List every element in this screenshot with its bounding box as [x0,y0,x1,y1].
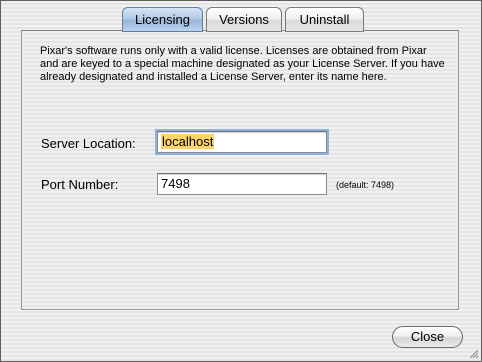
resize-grip-icon[interactable] [468,348,479,359]
server-location-label: Server Location: [41,136,136,151]
license-info-text: Pixar's software runs only with a valid … [40,45,445,83]
port-default-note: (default: 7498) [336,180,395,190]
port-number-input[interactable]: 7498 [157,173,327,195]
tab-uninstall[interactable]: Uninstall [285,7,364,32]
server-location-input[interactable]: localhost [157,131,327,153]
server-location-value: localhost [161,134,215,149]
port-number-label: Port Number: [41,177,119,192]
preferences-window: Licensing Versions Uninstall Pixar's sof… [0,0,482,362]
tab-bar: Licensing Versions Uninstall [122,7,367,32]
port-number-value: 7498 [161,176,190,191]
licensing-panel: Pixar's software runs only with a valid … [21,30,459,310]
tab-versions[interactable]: Versions [206,7,282,32]
close-button[interactable]: Close [392,326,463,348]
tab-licensing[interactable]: Licensing [122,7,203,32]
